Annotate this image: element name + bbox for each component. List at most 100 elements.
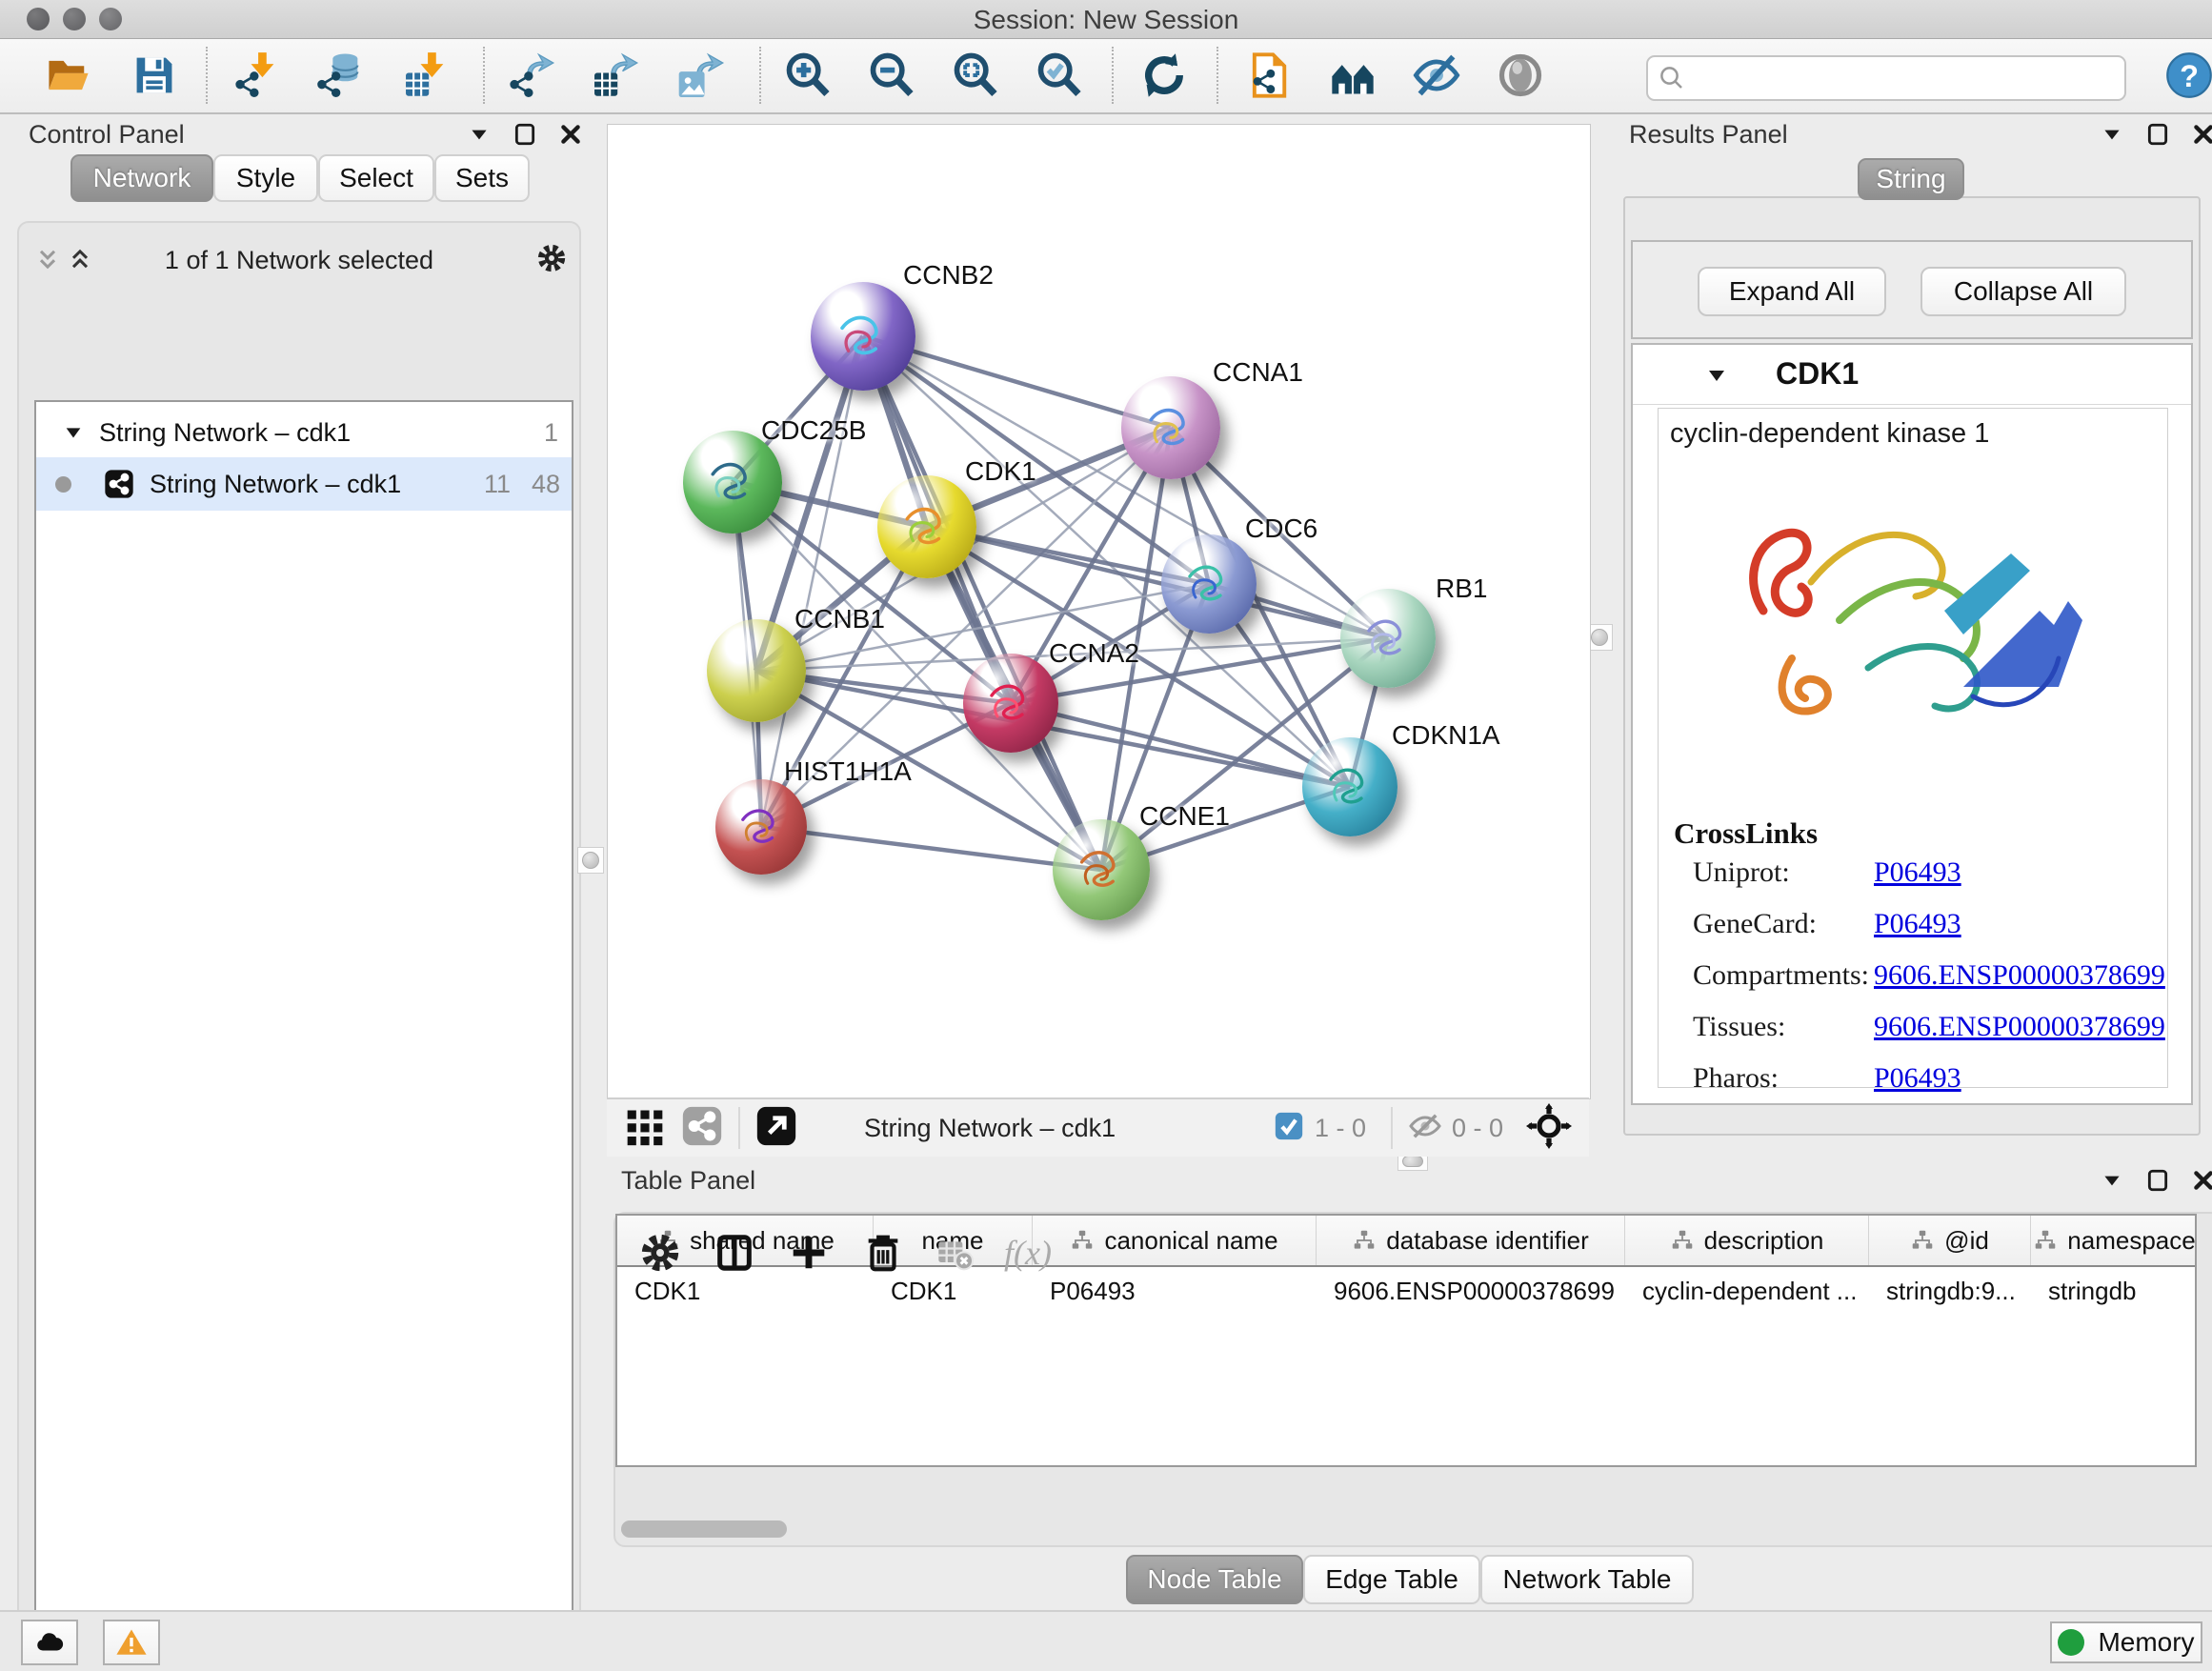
node-cdc25b[interactable] bbox=[683, 431, 782, 534]
table-cell[interactable]: P06493 bbox=[1033, 1277, 1317, 1306]
search-box[interactable] bbox=[1646, 55, 2126, 101]
birdseye-view-icon[interactable] bbox=[624, 1105, 666, 1152]
node-ccna2[interactable] bbox=[963, 654, 1058, 753]
network-badge-icon[interactable] bbox=[681, 1105, 723, 1152]
float-panel-icon[interactable] bbox=[2145, 1168, 2170, 1193]
column-header-description[interactable]: description bbox=[1625, 1216, 1869, 1265]
save-session-button[interactable] bbox=[124, 45, 185, 106]
crosslink-link[interactable]: P06493 bbox=[1874, 856, 1961, 889]
node-ccne1[interactable] bbox=[1053, 819, 1150, 920]
node-ccnb2[interactable] bbox=[811, 282, 915, 391]
search-input[interactable] bbox=[1694, 59, 2117, 93]
network-canvas[interactable]: CCNB2 CCNA1 CDC25B CDK1 CDC6 RB1CCNB1 CC… bbox=[607, 124, 1591, 1099]
column-header-@id[interactable]: @id bbox=[1869, 1216, 2031, 1265]
open-session-button[interactable] bbox=[38, 45, 99, 106]
expand-all-button[interactable]: Expand All bbox=[1698, 267, 1886, 316]
node-cdc6[interactable] bbox=[1161, 534, 1257, 634]
delete-column-icon[interactable] bbox=[861, 1231, 905, 1275]
collapse-panel-icon[interactable] bbox=[2100, 1168, 2124, 1193]
crosslink-row: Compartments: 9606.ENSP00000378699 bbox=[1659, 959, 2167, 1011]
node-rb1[interactable] bbox=[1340, 589, 1436, 688]
close-panel-icon[interactable] bbox=[2191, 122, 2212, 147]
import-network-database-button[interactable] bbox=[311, 45, 372, 106]
crosslink-link[interactable]: P06493 bbox=[1874, 908, 1961, 940]
column-header-database-identifier[interactable]: database identifier bbox=[1317, 1216, 1625, 1265]
collection-expand-icon[interactable] bbox=[63, 422, 84, 443]
network-collection-row[interactable]: String Network – cdk1 1 bbox=[36, 408, 572, 457]
attribute-type-icon bbox=[1910, 1228, 1935, 1253]
crosslink-link[interactable]: P06493 bbox=[1874, 1062, 1961, 1095]
svg-text:?: ? bbox=[2180, 59, 2199, 93]
crosslink-link[interactable]: 9606.ENSP00000378699 bbox=[1874, 959, 2165, 992]
network-list: String Network – cdk1 1 String Network –… bbox=[34, 400, 573, 1671]
gene-detail-card: cyclin-dependent kinase 1 CrossLinks Uni… bbox=[1658, 408, 2168, 1088]
tab-string[interactable]: String bbox=[1858, 158, 1964, 200]
refresh-view-button[interactable] bbox=[1134, 45, 1195, 106]
node-ccnb1[interactable] bbox=[707, 619, 806, 722]
export-network-button[interactable] bbox=[501, 45, 562, 106]
close-panel-icon[interactable] bbox=[558, 122, 583, 147]
memory-button[interactable]: Memory bbox=[2050, 1621, 2202, 1663]
tab-node-table[interactable]: Node Table bbox=[1126, 1555, 1303, 1604]
collapse-panel-icon[interactable] bbox=[2100, 122, 2124, 147]
zoom-out-button[interactable] bbox=[861, 45, 922, 106]
help-button[interactable]: ? bbox=[2159, 45, 2212, 106]
network-from-document-button[interactable] bbox=[1238, 45, 1299, 106]
cloud-button[interactable] bbox=[21, 1620, 78, 1665]
import-network-file-button[interactable] bbox=[227, 45, 288, 106]
open-in-window-icon[interactable] bbox=[755, 1105, 797, 1152]
export-image-button[interactable] bbox=[671, 45, 732, 106]
zoom-selected-button[interactable] bbox=[1029, 45, 1090, 106]
table-cell[interactable]: stringdb bbox=[2031, 1277, 2197, 1306]
node-hist1h1a[interactable] bbox=[715, 779, 807, 875]
export-table-button[interactable] bbox=[585, 45, 646, 106]
zoom-in-button[interactable] bbox=[777, 45, 838, 106]
table-cell[interactable]: 9606.ENSP00000378699 bbox=[1317, 1277, 1625, 1306]
collapse-panel-icon[interactable] bbox=[467, 122, 492, 147]
node-ccna1[interactable] bbox=[1121, 376, 1220, 479]
table-cell[interactable]: cyclin-dependent ... bbox=[1625, 1277, 1869, 1306]
tab-style[interactable]: Style bbox=[213, 154, 318, 202]
table-cell[interactable]: stringdb:9... bbox=[1869, 1277, 2031, 1306]
table-cell[interactable]: CDK1 bbox=[874, 1277, 1033, 1306]
gene-expand-icon[interactable] bbox=[1705, 364, 1728, 387]
import-table-button[interactable] bbox=[396, 45, 457, 106]
network-row-selected[interactable]: String Network – cdk1 11 48 bbox=[36, 457, 572, 511]
fit-content-crosshair-icon[interactable] bbox=[1526, 1103, 1572, 1154]
collapse-all-button[interactable]: Collapse All bbox=[1920, 267, 2126, 316]
control-panel-title: Control Panel bbox=[29, 120, 185, 150]
network-options-gear-icon[interactable] bbox=[535, 242, 568, 279]
tab-network-table[interactable]: Network Table bbox=[1480, 1555, 1694, 1604]
warning-icon bbox=[115, 1626, 148, 1659]
tab-sets[interactable]: Sets bbox=[434, 154, 530, 202]
function-builder-icon[interactable]: f(x) bbox=[1004, 1233, 1052, 1273]
tab-network[interactable]: Network bbox=[70, 154, 213, 202]
node-cdk1[interactable] bbox=[877, 475, 976, 578]
hide-glass-button[interactable] bbox=[1406, 45, 1467, 106]
gray-ball-icon bbox=[1496, 50, 1545, 100]
node-cdkn1a[interactable] bbox=[1302, 737, 1398, 836]
column-header-canonical-name[interactable]: canonical name bbox=[1033, 1216, 1317, 1265]
warnings-button[interactable] bbox=[103, 1620, 160, 1665]
tab-select[interactable]: Select bbox=[318, 154, 434, 202]
float-panel-icon[interactable] bbox=[513, 122, 537, 147]
gene-header-row[interactable]: CDK1 bbox=[1633, 345, 2191, 405]
close-panel-icon[interactable] bbox=[2191, 1168, 2212, 1193]
network-edge-count: 48 bbox=[532, 470, 560, 499]
table-options-gear-icon[interactable] bbox=[638, 1231, 682, 1275]
string-protein-query-button[interactable] bbox=[1322, 45, 1383, 106]
column-header-namespace[interactable]: namespace bbox=[2031, 1216, 2197, 1265]
column-header-label: namespace bbox=[2067, 1226, 2195, 1256]
main-toolbar: ? bbox=[0, 39, 2212, 114]
show-graphics-details-button[interactable] bbox=[1490, 45, 1551, 106]
zoom-fit-button[interactable] bbox=[945, 45, 1006, 106]
create-column-icon[interactable] bbox=[787, 1231, 831, 1275]
crosslink-link[interactable]: 9606.ENSP00000378699 bbox=[1874, 1011, 2165, 1043]
left-splitter-handle[interactable] bbox=[577, 847, 604, 874]
tab-edge-table[interactable]: Edge Table bbox=[1303, 1555, 1480, 1604]
table-cell[interactable]: CDK1 bbox=[617, 1277, 874, 1306]
show-columns-icon[interactable] bbox=[713, 1231, 756, 1275]
node-label-cdc6: CDC6 bbox=[1245, 513, 1317, 544]
delete-table-icon[interactable] bbox=[935, 1234, 974, 1272]
float-panel-icon[interactable] bbox=[2145, 122, 2170, 147]
